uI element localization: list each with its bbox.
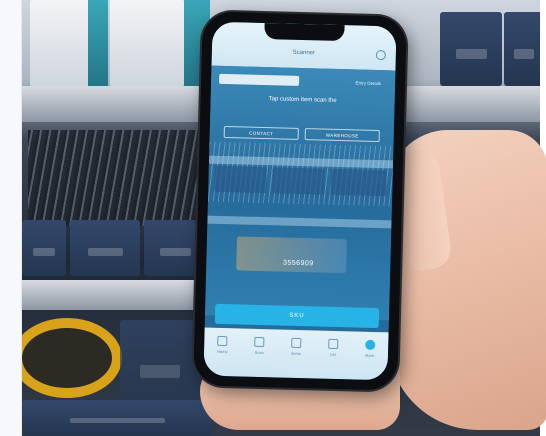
tab-home[interactable]: Home xyxy=(208,335,236,355)
phone-screen: Scanner Entry Details Tap custom item sc… xyxy=(203,21,397,381)
settings-icon[interactable] xyxy=(375,49,386,61)
tab-list[interactable]: List xyxy=(319,338,347,358)
warehouse-button[interactable]: WAREHOUSE xyxy=(304,128,380,143)
storage-bin xyxy=(22,220,66,276)
clipboard-icon xyxy=(327,338,339,350)
storage-bin xyxy=(120,320,200,410)
white-box xyxy=(30,0,90,86)
yellow-cable-coil xyxy=(22,318,122,398)
viewfinder-bin xyxy=(214,165,267,194)
storage-bin xyxy=(70,220,140,276)
tab-items[interactable]: Items xyxy=(282,337,310,357)
tab-label: Items xyxy=(291,350,301,357)
hanging-cables xyxy=(28,130,210,226)
storage-bin xyxy=(504,12,540,86)
app-title: Scanner xyxy=(292,49,316,57)
home-icon xyxy=(217,335,228,347)
contact-button[interactable]: CONTACT xyxy=(223,125,299,140)
storage-bin xyxy=(440,12,502,86)
more-icon xyxy=(364,339,375,351)
smartphone: Scanner Entry Details Tap custom item sc… xyxy=(193,11,407,391)
tab-label: More xyxy=(364,352,375,358)
image-border xyxy=(0,0,22,436)
tab-label: Scan xyxy=(254,349,264,356)
scan-icon xyxy=(254,336,265,348)
viewfinder-bin xyxy=(330,168,387,197)
tab-scan[interactable]: Scan xyxy=(245,336,273,356)
tab-label: List xyxy=(329,351,336,357)
scan-sku-button[interactable]: SKU xyxy=(214,303,380,329)
teal-box xyxy=(88,0,108,86)
white-box xyxy=(110,0,184,86)
storage-bin xyxy=(22,400,212,436)
tab-more[interactable]: More xyxy=(356,339,384,359)
bottom-tab-bar: Home Scan Items List More xyxy=(203,327,389,381)
phone-notch xyxy=(264,23,345,42)
viewfinder-shelf xyxy=(207,215,392,229)
tab-label: Home xyxy=(217,348,228,355)
list-icon xyxy=(291,337,302,349)
entry-details-link[interactable]: Entry Details xyxy=(356,80,382,86)
viewfinder-bin xyxy=(272,167,325,195)
search-input[interactable] xyxy=(219,73,300,86)
